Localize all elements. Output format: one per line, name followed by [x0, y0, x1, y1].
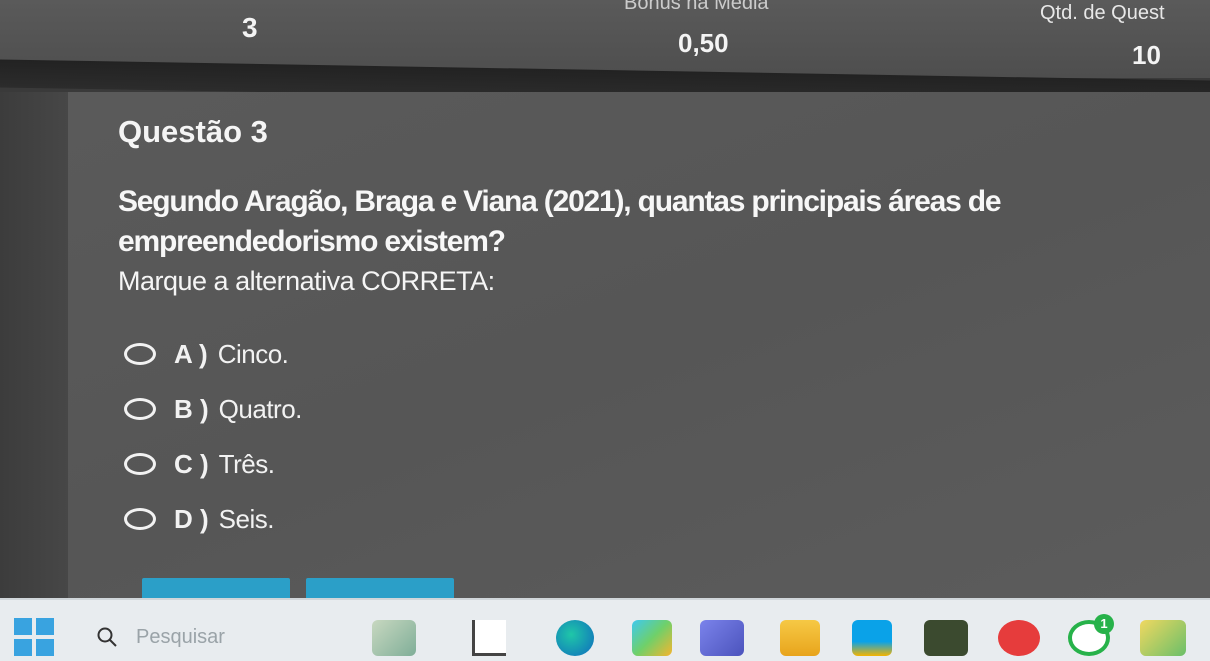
previous-button[interactable]: [142, 578, 290, 598]
summary-middle-value: 0,50: [678, 28, 729, 58]
option-b[interactable]: B ) Quatro.: [124, 389, 302, 429]
wps-office-icon[interactable]: [998, 620, 1040, 656]
radio-d[interactable]: [124, 508, 156, 530]
option-a[interactable]: A ) Cinco.: [124, 334, 289, 374]
next-button[interactable]: [306, 578, 454, 598]
store-icon[interactable]: [852, 620, 892, 656]
copilot-icon[interactable]: [632, 620, 672, 656]
question-title: Questão 3: [118, 114, 268, 149]
terminal-icon[interactable]: [472, 620, 506, 656]
edge-icon[interactable]: [556, 620, 594, 656]
stock-widget-icon[interactable]: [924, 620, 968, 656]
summary-heading-right: Qtd. de Quest: [1040, 2, 1165, 24]
option-a-label: Cinco.: [217, 338, 289, 369]
option-c-label: Três.: [218, 448, 275, 479]
option-b-label: Quatro.: [218, 393, 303, 424]
notification-badge: 1: [1094, 614, 1114, 634]
radio-a[interactable]: [124, 343, 156, 365]
option-d-label: Seis.: [218, 503, 275, 534]
option-d[interactable]: D ) Seis.: [124, 499, 274, 539]
question-instruction: Marque a alternativa CORRETA:: [118, 266, 495, 296]
summary-heading-partial: Bônus na Média: [624, 0, 769, 14]
game-icon[interactable]: [1140, 620, 1186, 656]
radio-c[interactable]: [124, 453, 156, 475]
search-icon: [97, 627, 117, 647]
option-b-letter: B ): [174, 393, 209, 424]
left-margin: [0, 92, 68, 598]
search-box[interactable]: Pesquisar: [96, 622, 346, 652]
option-d-letter: D ): [174, 503, 209, 534]
summary-right-value: 10: [1132, 40, 1161, 70]
radio-b[interactable]: [124, 398, 156, 420]
summary-left-value: 3: [242, 12, 258, 43]
file-manager-icon[interactable]: [780, 620, 820, 656]
option-c-letter: C ): [174, 448, 209, 479]
option-c[interactable]: C ) Três.: [124, 444, 275, 484]
taskbar: Pesquisar 1: [0, 598, 1210, 661]
search-placeholder: Pesquisar: [136, 625, 225, 648]
start-icon[interactable]: [14, 618, 54, 656]
option-a-letter: A ): [174, 338, 208, 369]
teams-icon[interactable]: [700, 620, 744, 656]
file-explorer-icon[interactable]: [372, 620, 416, 656]
question-text: Segundo Aragão, Braga e Viana (2021), qu…: [118, 185, 1002, 258]
